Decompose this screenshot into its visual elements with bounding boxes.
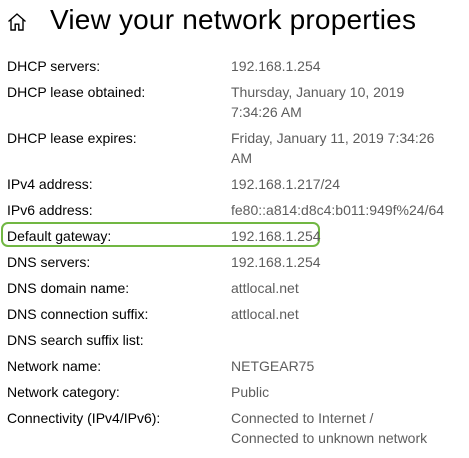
property-value: attlocal.net — [231, 306, 299, 322]
property-label: DHCP servers: — [7, 58, 101, 74]
property-value: Public — [231, 384, 270, 400]
property-label: IPv4 address: — [7, 176, 93, 192]
page-title: View your network properties — [50, 4, 417, 35]
property-label: DNS servers: — [7, 254, 91, 270]
property-value: 192.168.1.254 — [231, 228, 321, 244]
property-value: 192.168.1.217/24 — [231, 176, 340, 192]
property-label: DHCP lease expires: — [7, 130, 137, 146]
property-value: 192.168.1.254 — [231, 254, 321, 270]
property-label: Network category: — [7, 384, 120, 400]
property-label: DNS domain name: — [7, 280, 130, 296]
property-label: IPv6 address: — [7, 202, 93, 218]
property-label: DNS search suffix list: — [7, 332, 144, 348]
property-value: NETGEAR75 — [231, 358, 315, 374]
property-label: Network name: — [7, 358, 102, 374]
property-label: Connectivity (IPv4/IPv6): — [7, 410, 161, 426]
property-value: attlocal.net — [231, 280, 299, 296]
property-value: Connected to Internet / Connected to unk… — [231, 410, 428, 446]
property-value: fe80::a814:d8c4:b011:949f%24/64 — [231, 202, 445, 218]
page-header: View your network properties — [0, 0, 469, 48]
property-value: Thursday, January 10, 2019 7:34:26 AM — [231, 84, 405, 120]
property-label: DNS connection suffix: — [7, 306, 149, 322]
home-icon[interactable] — [6, 11, 28, 33]
property-value: 192.168.1.254 — [231, 58, 321, 74]
property-label: DHCP lease obtained: — [7, 84, 146, 100]
property-value: Friday, January 11, 2019 7:34:26 AM — [231, 130, 435, 166]
property-label: Default gateway: — [7, 228, 112, 244]
